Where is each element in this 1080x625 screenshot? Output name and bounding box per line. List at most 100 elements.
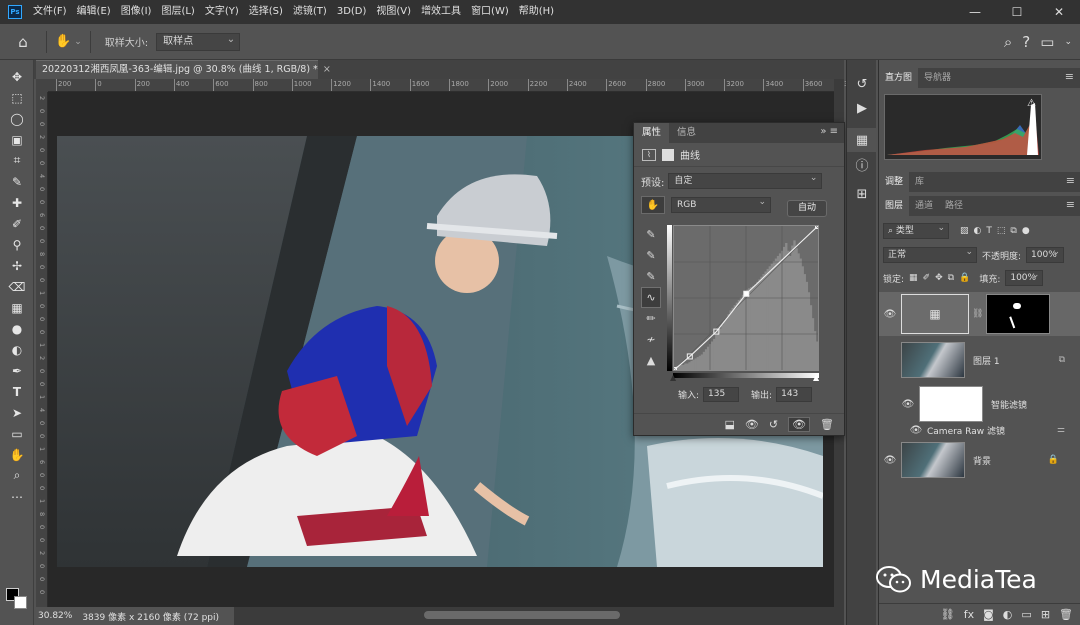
link-layers-icon[interactable]: ⛓ [941,608,955,621]
eraser-tool-icon[interactable]: ⌫ [0,276,34,297]
workspace-icon[interactable]: ▭ [1040,33,1054,51]
lock-move-icon[interactable]: ✥ [935,273,943,283]
tab-paths[interactable]: 路径 [939,196,969,216]
filter-toggle-icon[interactable]: ● [1022,226,1030,236]
panel-menu-icon[interactable]: » ≡ [820,126,838,137]
properties-dock-icon[interactable]: ▦ [847,128,877,152]
visibility-eye-icon[interactable]: 👁 [897,399,919,410]
zoom-tool-icon[interactable]: ⌕ [0,465,34,486]
smooth-curve-icon[interactable]: ≁ [641,329,661,350]
new-adjustment-icon[interactable]: ◐ [1003,608,1013,621]
lock-all-icon[interactable]: 🔒 [959,273,970,283]
search-icon[interactable]: ⌕ [1004,33,1012,51]
color-swatches[interactable] [6,588,28,612]
document-tab[interactable]: 20220312湘西凤凰-363-编辑.jpg @ 30.8% (曲线 1, R… [36,60,331,79]
actions-play-icon[interactable]: ▶ [847,96,877,120]
sample-size-select[interactable]: 取样点 [156,32,241,51]
libraries-icon[interactable]: ⊞ [847,182,877,206]
lock-brush-icon[interactable]: ✐ [923,273,931,283]
panel-menu-icon[interactable]: ≡ [1066,198,1075,211]
reset-icon[interactable]: ↺ [769,418,778,431]
fx-icon[interactable]: fx [964,608,974,621]
horizontal-scroll-thumb[interactable] [424,611,620,619]
pen-tool-icon[interactable]: ✒ [0,360,34,381]
clone-stamp-tool-icon[interactable]: ⚲ [0,234,34,255]
menu-item[interactable]: 编辑(E) [72,0,116,24]
shape-tool-icon[interactable]: ▭ [0,423,34,444]
tab-navigator[interactable]: 导航器 [918,68,957,88]
output-field[interactable]: 143 [776,387,813,402]
visibility-eye-icon[interactable]: 👁 [905,425,927,436]
eyedropper-tool-icon[interactable]: ✋ [55,34,71,49]
tab-properties[interactable]: 属性 [634,123,670,143]
healing-brush-tool-icon[interactable]: ✚ [0,192,34,213]
menu-item[interactable]: 3D(D) [332,0,372,24]
hand-tool-icon[interactable]: ✋ [0,444,34,465]
more-tools-icon[interactable]: ⋯ [0,486,34,507]
tab-adjustments[interactable]: 调整 [879,172,910,192]
history-brush-tool-icon[interactable]: ✢ [0,255,34,276]
clip-to-layer-icon[interactable]: ⬓ [724,418,734,431]
menu-item[interactable]: 视图(V) [371,0,416,24]
view-previous-icon[interactable]: 👁 [745,418,759,431]
layer-smart-filters[interactable]: 👁 智能滤镜 [879,384,1080,424]
tab-libraries[interactable]: 库 [909,172,930,192]
draw-curve-icon[interactable]: ✏ [641,308,661,329]
zoom-level[interactable]: 30.82% [38,611,72,621]
layer-mask-thumbnail[interactable] [986,294,1051,334]
crop-tool-icon[interactable]: ⌗ [0,150,34,171]
path-select-tool-icon[interactable]: ➤ [0,402,34,423]
menu-item[interactable]: 图像(I) [116,0,157,24]
filter-kind-select[interactable]: ⌕ 类型 [883,221,949,239]
white-point-eyedropper-icon[interactable]: ✎ [641,266,661,287]
maximize-button[interactable]: ☐ [996,0,1038,24]
filter-pixel-icon[interactable]: ▨ [960,226,969,236]
visibility-eye-icon[interactable]: 👁 [879,455,901,466]
menu-item[interactable]: 选择(S) [244,0,288,24]
black-slider-icon[interactable]: ▲ [670,373,676,382]
layer-smart-object[interactable]: 图层 1 ⧉ [879,338,1080,382]
lasso-tool-icon[interactable]: ◯ [0,108,34,129]
home-icon[interactable]: ⌂ [8,33,38,51]
info-icon[interactable]: ⓘ [847,152,877,176]
brush-tool-icon[interactable]: ✐ [0,213,34,234]
gradient-tool-icon[interactable]: ▦ [0,297,34,318]
menu-item[interactable]: 帮助(H) [514,0,559,24]
close-tab-icon[interactable]: × [323,64,331,75]
lock-artboard-icon[interactable]: ⧉ [948,273,954,283]
on-image-adjust-icon[interactable]: ✋ [641,196,665,214]
workspace-chevron-icon[interactable]: ⌄ [1064,37,1072,47]
tool-preset-chevron-icon[interactable]: ⌄ [74,37,82,47]
filter-smart-icon[interactable]: ⧉ [1010,226,1016,236]
object-select-tool-icon[interactable]: ▣ [0,129,34,150]
fill-field[interactable]: 100% [1005,268,1044,286]
trash-icon[interactable]: 🗑 [820,418,834,431]
layer-curves[interactable]: 👁 ▦ ⛓ [879,292,1080,336]
curve-graph[interactable] [671,223,821,373]
lock-pixels-icon[interactable]: ▦ [909,273,918,283]
layer-camera-raw-filter[interactable]: 👁 Camera Raw 滤镜 ⚌ [879,422,1080,438]
menu-item[interactable]: 窗口(W) [466,0,514,24]
mask-icon[interactable] [662,148,674,161]
menu-item[interactable]: 增效工具 [416,0,466,24]
tab-layers[interactable]: 图层 [879,196,910,216]
auto-button[interactable]: 自动 [787,200,827,217]
input-field[interactable]: 135 [703,387,740,402]
tab-histogram[interactable]: 直方图 [879,68,919,88]
opacity-field[interactable]: 100% [1026,245,1065,263]
filter-adjustment-icon[interactable]: ◐ [974,226,982,236]
filter-shape-icon[interactable]: ⬚ [997,226,1006,236]
channel-select[interactable]: RGB [671,195,771,213]
eyedropper-tool-icon[interactable]: ✎ [0,171,34,192]
menu-item[interactable]: 图层(L) [156,0,199,24]
menu-item[interactable]: 文件(F) [28,0,72,24]
gray-point-eyedropper-icon[interactable]: ✎ [641,245,661,266]
panel-menu-icon[interactable]: ≡ [1065,70,1074,83]
curve-point[interactable] [743,290,750,297]
edit-points-icon[interactable]: ∿ [641,287,661,308]
new-layer-icon[interactable]: ⊞ [1041,608,1050,621]
layer-background[interactable]: 👁 背景 🔒 [879,440,1080,480]
blur-tool-icon[interactable]: ● [0,318,34,339]
add-mask-icon[interactable]: ◙ [983,608,994,621]
filter-options-icon[interactable]: ⚌ [1057,425,1065,435]
